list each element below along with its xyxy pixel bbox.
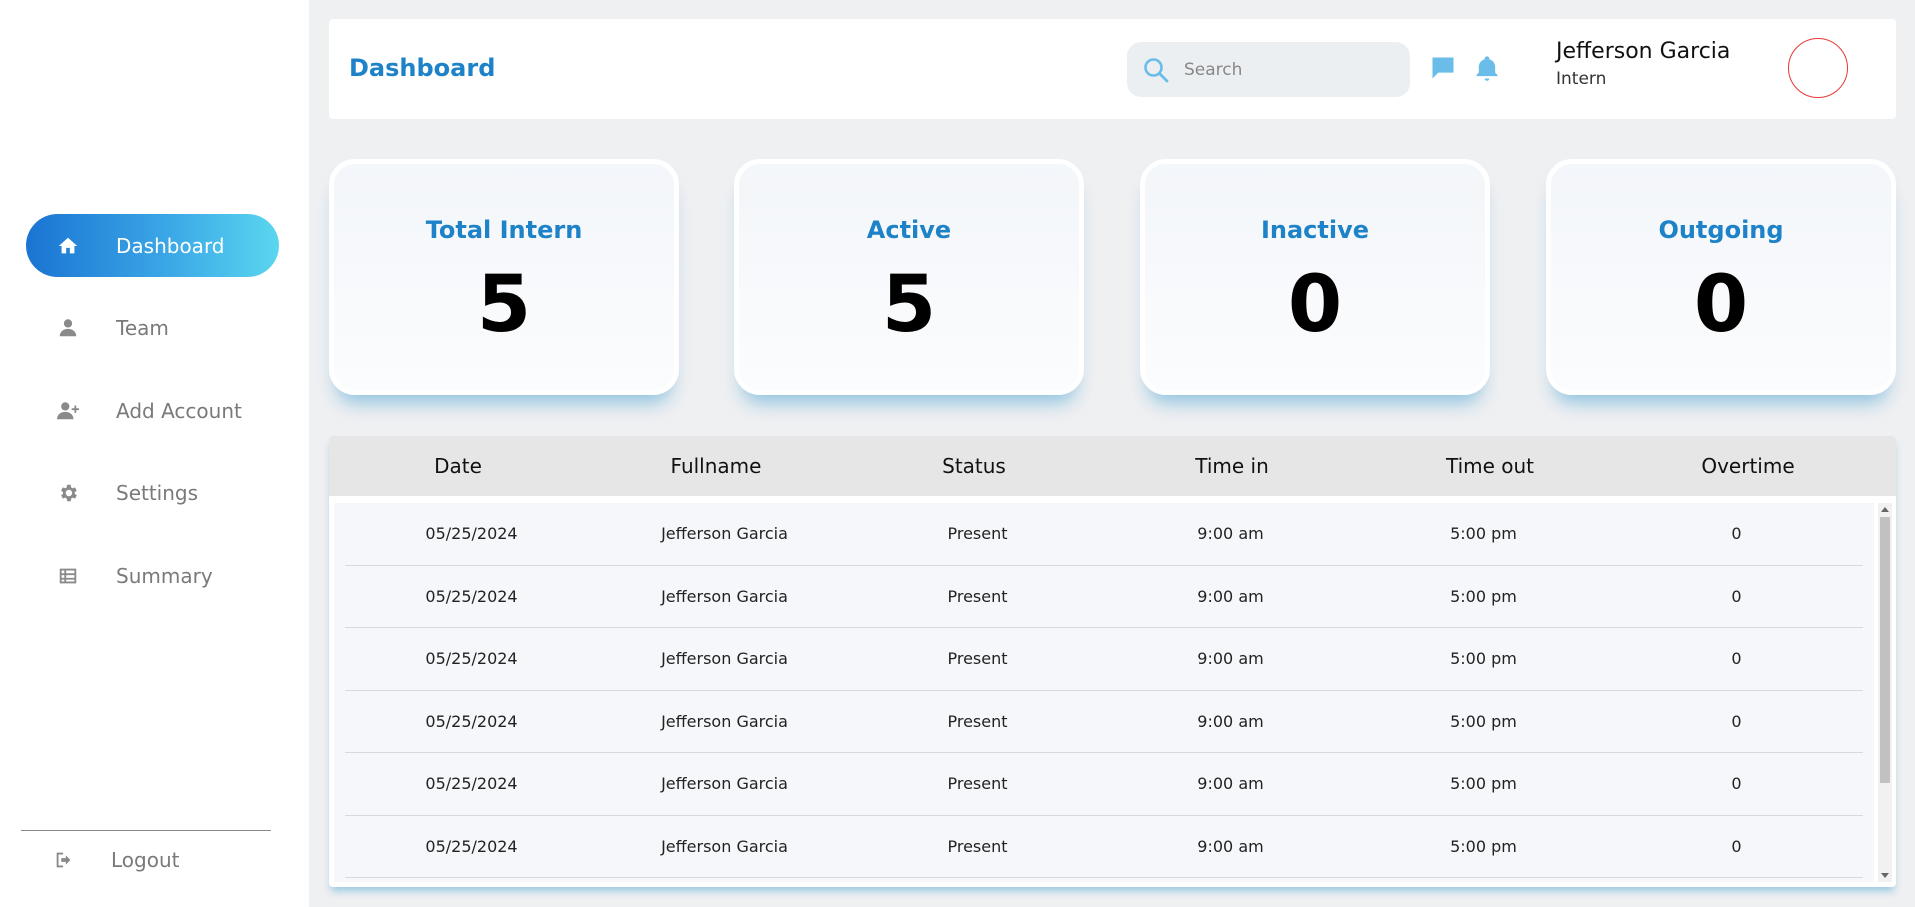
column-header-date: Date (434, 454, 482, 478)
cell-date: 05/25/2024 (425, 649, 518, 669)
cell-fullname: Jefferson Garcia (661, 774, 788, 794)
cell-overtime: 0 (1731, 524, 1742, 544)
sidebar: Dashboard Team Add Account Settings Summ… (0, 0, 309, 907)
sidebar-item-label: Add Account (116, 398, 242, 423)
gear-icon (56, 481, 80, 505)
cell-status: Present (947, 774, 1008, 794)
cell-time-in: 9:00 am (1197, 649, 1264, 669)
scroll-up-arrow-icon[interactable] (1881, 507, 1889, 512)
table-scrollbar[interactable] (1878, 503, 1892, 882)
cell-fullname: Jefferson Garcia (661, 711, 788, 731)
logout-icon (53, 848, 77, 872)
page-title: Dashboard (349, 54, 496, 82)
stat-card-outgoing: Outgoing 0 (1546, 159, 1896, 395)
column-header-time-in: Time in (1195, 454, 1269, 478)
cell-overtime: 0 (1731, 836, 1742, 856)
cell-fullname: Jefferson Garcia (661, 524, 788, 544)
top-header: Dashboard Jefferson Garcia Intern (329, 19, 1896, 119)
cell-status: Present (947, 649, 1008, 669)
bell-icon[interactable] (1473, 54, 1503, 84)
stat-card-inactive: Inactive 0 (1140, 159, 1490, 395)
cell-date: 05/25/2024 (425, 836, 518, 856)
stat-value: 0 (1693, 260, 1749, 350)
stat-value: 5 (881, 260, 937, 350)
cell-overtime: 0 (1731, 586, 1742, 606)
cell-overtime: 0 (1731, 711, 1742, 731)
cell-time-in: 9:00 am (1197, 524, 1264, 544)
cell-time-out: 5:00 pm (1450, 711, 1517, 731)
table-row: 05/25/2024 Jefferson Garcia Present 9:00… (345, 816, 1863, 878)
table-row: 05/25/2024 Jefferson Garcia Present 9:00… (345, 628, 1863, 691)
cell-time-in: 9:00 am (1197, 586, 1264, 606)
logout-button[interactable]: Logout (53, 842, 179, 878)
user-plus-icon (56, 399, 80, 423)
cell-status: Present (947, 586, 1008, 606)
search-input[interactable] (1184, 59, 1384, 80)
cell-time-out: 5:00 pm (1450, 524, 1517, 544)
chat-icon[interactable] (1429, 54, 1459, 84)
avatar[interactable] (1788, 38, 1848, 98)
cell-status: Present (947, 836, 1008, 856)
table-row: 05/25/2024 Jefferson Garcia Present 9:00… (345, 503, 1863, 566)
user-name: Jefferson Garcia (1556, 39, 1731, 64)
table-header: Date Fullname Status Time in Time out Ov… (329, 436, 1896, 496)
table-row: 05/25/2024 Jefferson Garcia Present 9:00… (345, 566, 1863, 628)
cell-time-out: 5:00 pm (1450, 836, 1517, 856)
stat-value: 5 (476, 260, 532, 350)
sidebar-item-label: Summary (116, 563, 213, 588)
stat-label: Total Intern (425, 216, 583, 244)
user-role: Intern (1556, 69, 1607, 89)
cell-status: Present (947, 524, 1008, 544)
scrollbar-thumb[interactable] (1880, 517, 1890, 783)
cell-date: 05/25/2024 (425, 586, 518, 606)
column-header-overtime: Overtime (1701, 454, 1795, 478)
stat-card-active: Active 5 (734, 159, 1084, 395)
sidebar-item-dashboard[interactable]: Dashboard (26, 214, 279, 277)
stat-card-total-intern: Total Intern 5 (329, 159, 679, 395)
cell-fullname: Jefferson Garcia (661, 586, 788, 606)
stat-value: 0 (1287, 260, 1343, 350)
column-header-time-out: Time out (1445, 454, 1535, 478)
cell-overtime: 0 (1731, 774, 1742, 794)
attendance-table: Date Fullname Status Time in Time out Ov… (329, 436, 1896, 887)
sidebar-item-label: Dashboard (116, 233, 225, 258)
cell-time-in: 9:00 am (1197, 836, 1264, 856)
logout-label: Logout (111, 848, 180, 872)
cell-status: Present (947, 711, 1008, 731)
home-icon (56, 234, 80, 258)
sidebar-divider (21, 830, 271, 831)
sidebar-item-team[interactable]: Team (26, 297, 279, 360)
cell-time-out: 5:00 pm (1450, 586, 1517, 606)
cell-fullname: Jefferson Garcia (661, 649, 788, 669)
cell-time-in: 9:00 am (1197, 711, 1264, 731)
table-row: 05/25/2024 Jefferson Garcia Present 9:00… (345, 691, 1863, 753)
sidebar-nav: Dashboard Team Add Account Settings Summ… (26, 214, 279, 627)
cell-time-out: 5:00 pm (1450, 649, 1517, 669)
sidebar-item-settings[interactable]: Settings (26, 462, 279, 525)
sidebar-item-add-account[interactable]: Add Account (26, 379, 279, 442)
cell-overtime: 0 (1731, 649, 1742, 669)
search-icon (1142, 56, 1170, 84)
stat-label: Active (866, 216, 952, 244)
cell-date: 05/25/2024 (425, 524, 518, 544)
sidebar-item-label: Settings (116, 481, 199, 505)
sidebar-item-label: Team (116, 316, 169, 340)
search-box[interactable] (1127, 42, 1410, 97)
table-body[interactable]: 05/25/2024 Jefferson Garcia Present 9:00… (334, 503, 1874, 882)
stat-label: Outgoing (1658, 216, 1784, 244)
cell-date: 05/25/2024 (425, 774, 518, 794)
cell-time-out: 5:00 pm (1450, 774, 1517, 794)
cell-time-in: 9:00 am (1197, 774, 1264, 794)
sidebar-item-summary[interactable]: Summary (26, 544, 279, 607)
scroll-down-arrow-icon[interactable] (1881, 873, 1889, 878)
table-row: 05/25/2024 Jefferson Garcia Present 9:00… (345, 753, 1863, 816)
cell-fullname: Jefferson Garcia (661, 836, 788, 856)
table-icon (56, 564, 80, 588)
user-icon (56, 316, 80, 340)
cell-date: 05/25/2024 (425, 711, 518, 731)
column-header-fullname: Fullname (670, 454, 762, 478)
column-header-status: Status (942, 454, 1006, 478)
stat-label: Inactive (1260, 216, 1370, 244)
